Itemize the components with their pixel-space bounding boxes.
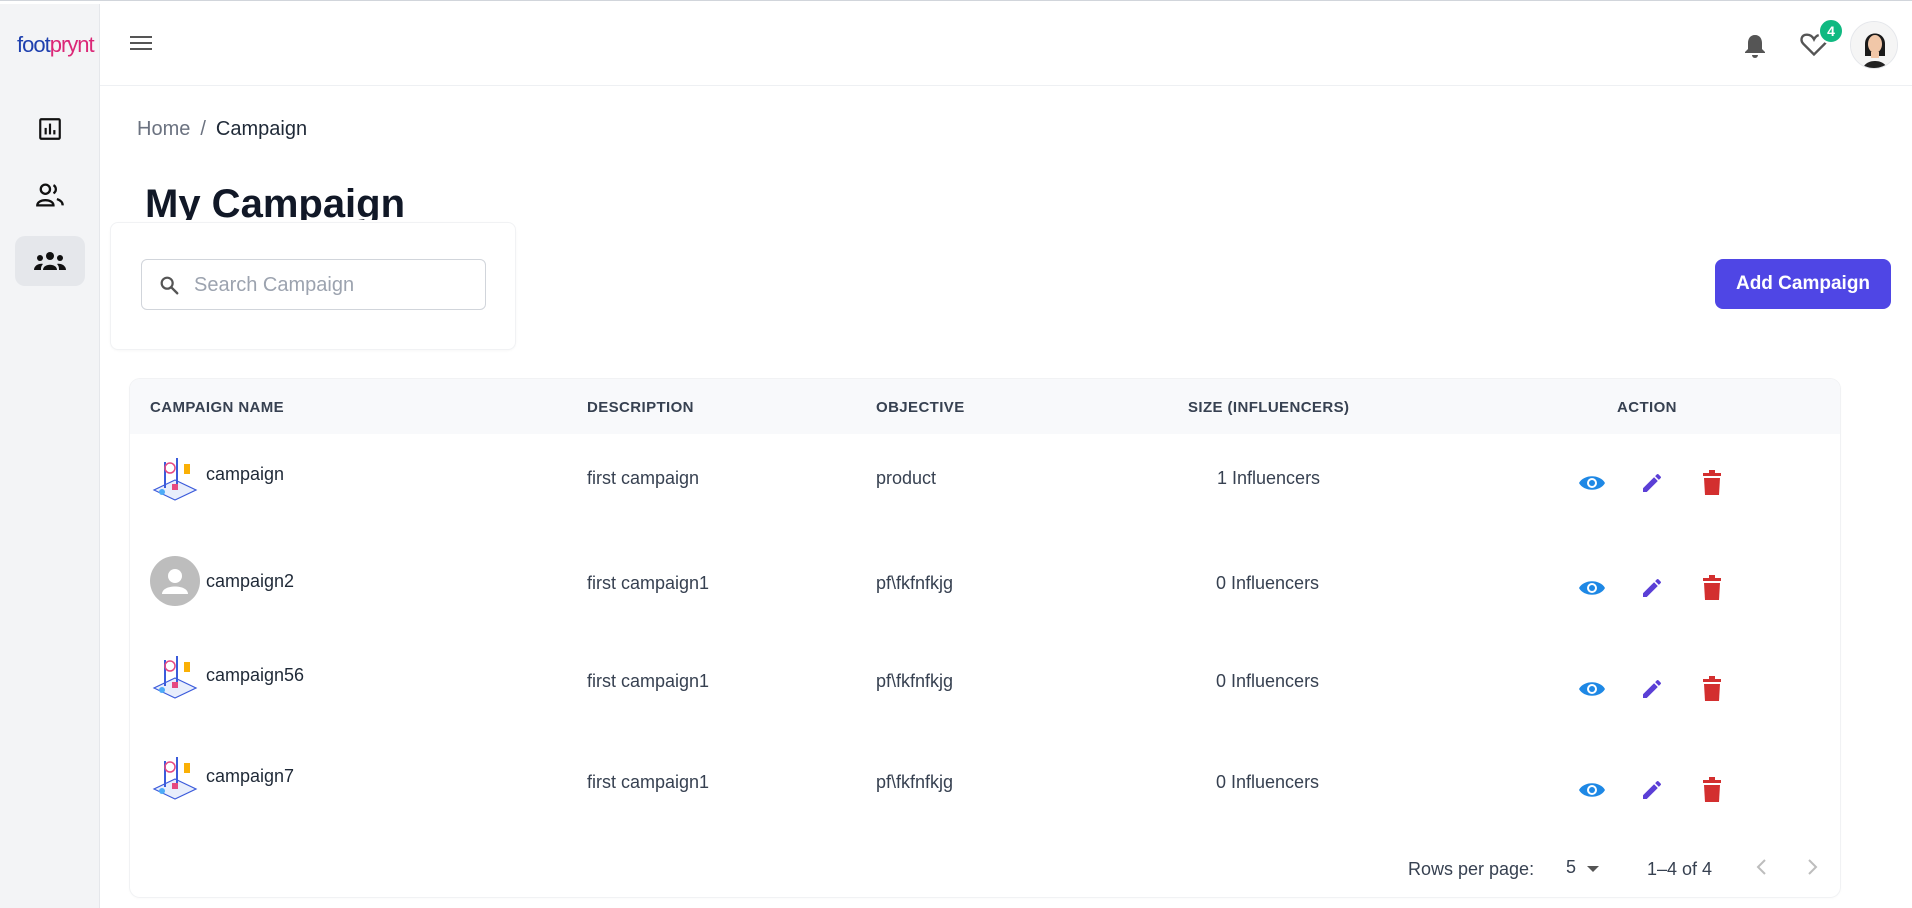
campaign-table: CAMPAIGN NAME DESCRIPTION OBJECTIVE SIZE… bbox=[130, 379, 1840, 897]
trash-icon bbox=[1703, 575, 1721, 600]
campaign-illustration-icon bbox=[152, 757, 198, 800]
delete-button[interactable] bbox=[1697, 674, 1727, 704]
campaign-illustration-icon bbox=[152, 656, 198, 699]
search-card bbox=[110, 222, 516, 350]
eye-icon bbox=[1579, 682, 1605, 696]
view-button[interactable] bbox=[1577, 468, 1607, 498]
eye-icon bbox=[1579, 783, 1605, 797]
campaign-size: 0 Influencers bbox=[1216, 772, 1320, 792]
table-row: campaign first campaign product 1 Influe… bbox=[130, 434, 1840, 532]
pencil-icon bbox=[1643, 780, 1662, 799]
campaign-name[interactable]: campaign56 bbox=[206, 665, 304, 686]
sidebar-item-analytics[interactable] bbox=[15, 104, 85, 154]
groups-icon bbox=[34, 252, 66, 270]
user-avatar[interactable] bbox=[1850, 21, 1898, 69]
user-avatar-image bbox=[1851, 22, 1897, 68]
favorites-count-badge: 4 bbox=[1818, 18, 1844, 44]
column-header-description[interactable]: DESCRIPTION bbox=[587, 399, 694, 416]
search-box[interactable] bbox=[141, 259, 486, 310]
bell-icon bbox=[1745, 35, 1765, 58]
breadcrumb-home[interactable]: Home bbox=[137, 118, 190, 140]
campaign-size: 0 Influencers bbox=[1216, 671, 1320, 691]
campaign-size: 1 Influencers bbox=[1217, 468, 1321, 488]
trash-icon bbox=[1703, 676, 1721, 701]
campaign-description: first campaign1 bbox=[587, 573, 710, 593]
view-button[interactable] bbox=[1577, 775, 1607, 805]
view-button[interactable] bbox=[1577, 674, 1607, 704]
pencil-icon bbox=[1643, 679, 1662, 698]
column-header-campaign-name[interactable]: CAMPAIGN NAME bbox=[150, 399, 284, 416]
eye-icon bbox=[1579, 581, 1605, 595]
rows-per-page-label: Rows per page: bbox=[1408, 859, 1535, 879]
search-icon bbox=[160, 276, 179, 295]
app-logo[interactable]: footprynt bbox=[17, 32, 95, 58]
breadcrumb-current: Campaign bbox=[215, 118, 308, 140]
table-row: campaign7 first campaign1 pf\fkfnfkjg 0 … bbox=[130, 731, 1840, 829]
campaign-description: first campaign1 bbox=[587, 772, 710, 792]
table-row: campaign2 first campaign1 pf\fkfnfkjg 0 … bbox=[130, 532, 1840, 630]
page-title: My Campaign bbox=[145, 182, 406, 220]
breadcrumb-separator: / bbox=[200, 118, 206, 140]
analytics-icon bbox=[39, 118, 61, 140]
column-header-size[interactable]: SIZE (INFLUENCERS) bbox=[1188, 399, 1349, 416]
sidebar-item-groups[interactable] bbox=[15, 236, 85, 286]
caret-down-icon bbox=[1587, 866, 1599, 872]
users-icon bbox=[36, 183, 64, 207]
delete-button[interactable] bbox=[1697, 468, 1727, 498]
delete-button[interactable] bbox=[1697, 573, 1727, 603]
campaign-thumbnail bbox=[150, 652, 200, 702]
edit-button[interactable] bbox=[1637, 468, 1667, 498]
table-header: CAMPAIGN NAME DESCRIPTION OBJECTIVE SIZE… bbox=[130, 379, 1840, 434]
view-button[interactable] bbox=[1577, 573, 1607, 603]
edit-button[interactable] bbox=[1637, 775, 1667, 805]
trash-icon bbox=[1703, 470, 1721, 495]
column-header-action: ACTION bbox=[1617, 399, 1677, 416]
chevron-right-icon bbox=[1808, 859, 1818, 875]
delete-button[interactable] bbox=[1697, 775, 1727, 805]
hamburger-icon bbox=[130, 36, 152, 50]
trash-icon bbox=[1703, 777, 1721, 802]
person-placeholder-icon bbox=[162, 569, 188, 594]
menu-toggle-button[interactable] bbox=[130, 34, 152, 57]
table-pagination: Rows per page: 5 1–4 of 4 bbox=[130, 849, 1840, 889]
add-campaign-button[interactable]: Add Campaign bbox=[1715, 259, 1891, 309]
campaign-objective: pf\fkfnfkjg bbox=[876, 772, 954, 792]
eye-icon bbox=[1579, 476, 1605, 490]
rows-per-page-select[interactable]: 5 bbox=[1566, 857, 1576, 878]
campaign-objective: pf\fkfnfkjg bbox=[876, 671, 954, 691]
top-header: 4 bbox=[100, 4, 1912, 86]
sidebar: footprynt bbox=[0, 4, 100, 908]
rows-per-page-dropdown[interactable] bbox=[1582, 857, 1604, 884]
column-header-objective[interactable]: OBJECTIVE bbox=[876, 399, 965, 416]
campaign-name[interactable]: campaign2 bbox=[206, 571, 294, 592]
campaign-name[interactable]: campaign7 bbox=[206, 766, 294, 787]
next-page-button[interactable] bbox=[1800, 855, 1824, 884]
pencil-icon bbox=[1643, 473, 1662, 492]
table-row: campaign56 first campaign1 pf\fkfnfkjg 0… bbox=[130, 630, 1840, 728]
previous-page-button[interactable] bbox=[1750, 855, 1774, 884]
campaign-description: first campaign bbox=[587, 468, 700, 488]
campaign-thumbnail bbox=[150, 454, 200, 504]
campaign-thumbnail bbox=[150, 556, 200, 606]
campaign-name[interactable]: campaign bbox=[206, 464, 284, 485]
logo-part-1: foot bbox=[17, 32, 51, 57]
logo-part-2: prynt bbox=[49, 32, 95, 57]
sidebar-item-users[interactable] bbox=[15, 170, 85, 220]
campaign-objective: product bbox=[876, 468, 937, 488]
edit-button[interactable] bbox=[1637, 674, 1667, 704]
campaign-thumbnail bbox=[150, 753, 200, 803]
campaign-illustration-icon bbox=[152, 458, 198, 501]
campaign-size: 0 Influencers bbox=[1216, 573, 1320, 593]
edit-button[interactable] bbox=[1637, 573, 1667, 603]
breadcrumb: Home / Campaign bbox=[137, 118, 307, 141]
campaign-objective: pf\fkfnfkjg bbox=[876, 573, 954, 593]
pencil-icon bbox=[1643, 578, 1662, 597]
chevron-left-icon bbox=[1756, 859, 1766, 875]
pagination-range: 1–4 of 4 bbox=[1647, 859, 1713, 879]
notifications-button[interactable] bbox=[1743, 33, 1767, 64]
campaign-description: first campaign1 bbox=[587, 671, 710, 691]
search-input[interactable] bbox=[194, 270, 474, 300]
